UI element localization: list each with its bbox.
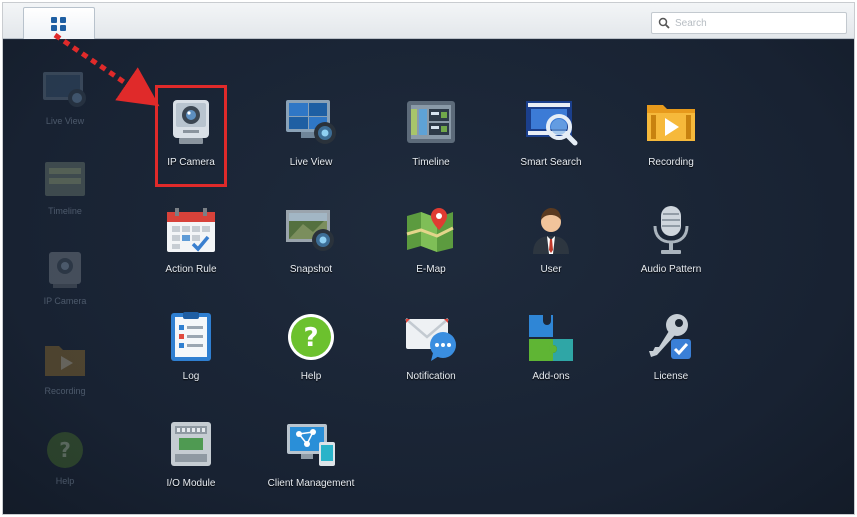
surveillance-station-window: Live View Timeline IP Camera (2, 2, 855, 515)
live-view-icon (41, 68, 89, 112)
side-shortcut-label: Timeline (48, 206, 82, 216)
search-box[interactable] (651, 12, 847, 34)
app-snapshot[interactable]: Snapshot (256, 203, 366, 275)
app-ip-camera[interactable]: IP Camera (136, 96, 246, 168)
app-audio-pattern[interactable]: Audio Pattern (616, 203, 726, 275)
app-add-ons[interactable]: Add-ons (496, 310, 606, 382)
app-label: Smart Search (520, 157, 582, 168)
main-menu-button[interactable] (23, 7, 95, 39)
side-shortcut-label: Recording (44, 386, 86, 396)
side-shortcut-ip-camera[interactable]: IP Camera (33, 248, 97, 306)
side-shortcut-label: Live View (45, 116, 85, 126)
notification-icon (401, 310, 461, 364)
e-map-icon (401, 203, 461, 257)
help-icon: ? (281, 310, 341, 364)
side-shortcut-timeline[interactable]: Timeline (33, 158, 97, 216)
app-label: E-Map (416, 264, 446, 275)
side-shortcut-help[interactable]: ? Help (33, 428, 97, 486)
svg-text:?: ? (303, 323, 318, 353)
timeline-icon (41, 158, 89, 202)
app-timeline[interactable]: Timeline (376, 96, 486, 168)
search-icon (658, 17, 670, 29)
ip-camera-icon (161, 96, 221, 150)
app-label: Recording (648, 157, 694, 168)
app-label: Snapshot (289, 264, 333, 275)
search-input[interactable] (675, 17, 835, 29)
app-recording[interactable]: Recording (616, 96, 726, 168)
app-label: Notification (406, 371, 456, 382)
user-icon (521, 203, 581, 257)
recording-icon (41, 338, 89, 382)
app-smart-search[interactable]: Smart Search (496, 96, 606, 168)
app-label: Timeline (412, 157, 450, 168)
snapshot-icon (281, 203, 341, 257)
action-rule-icon (161, 203, 221, 257)
desktop: Live View Timeline IP Camera Recording ?… (3, 40, 854, 514)
live-view-icon (281, 96, 341, 150)
add-ons-icon (521, 310, 581, 364)
app-label: IP Camera (167, 157, 215, 168)
app-help[interactable]: ? Help (256, 310, 366, 382)
app-io-module[interactable]: I/O Module (136, 417, 246, 489)
app-label: Add-ons (532, 371, 570, 382)
recording-icon (641, 96, 701, 150)
grid-icon (51, 16, 66, 31)
app-e-map[interactable]: E-Map (376, 203, 486, 275)
ip-camera-icon (41, 248, 89, 292)
help-icon: ? (41, 428, 89, 472)
app-user[interactable]: User (496, 203, 606, 275)
app-label: Client Management (267, 478, 355, 489)
audio-pattern-icon (641, 203, 701, 257)
client-management-icon (281, 417, 341, 471)
timeline-icon (401, 96, 461, 150)
app-label: User (540, 264, 562, 275)
top-bar (3, 3, 854, 39)
app-notification[interactable]: Notification (376, 310, 486, 382)
app-label: Help (300, 371, 322, 382)
app-log[interactable]: Log (136, 310, 246, 382)
app-label: Action Rule (165, 264, 217, 275)
svg-text:?: ? (59, 438, 71, 462)
app-license[interactable]: License (616, 310, 726, 382)
side-shortcut-recording[interactable]: Recording (33, 338, 97, 396)
app-label: Log (182, 371, 200, 382)
side-shortcut-label: Help (55, 476, 75, 486)
app-label: Live View (289, 157, 333, 168)
app-label: I/O Module (166, 478, 216, 489)
side-shortcut-live-view[interactable]: Live View (33, 68, 97, 126)
app-live-view[interactable]: Live View (256, 96, 366, 168)
app-client-management[interactable]: Client Management (256, 417, 366, 489)
io-module-icon (161, 417, 221, 471)
app-label: Audio Pattern (640, 264, 702, 275)
app-action-rule[interactable]: Action Rule (136, 203, 246, 275)
log-icon (161, 310, 221, 364)
side-shortcut-label: IP Camera (43, 296, 87, 306)
license-icon (641, 310, 701, 364)
app-label: License (653, 371, 689, 382)
smart-search-icon (521, 96, 581, 150)
